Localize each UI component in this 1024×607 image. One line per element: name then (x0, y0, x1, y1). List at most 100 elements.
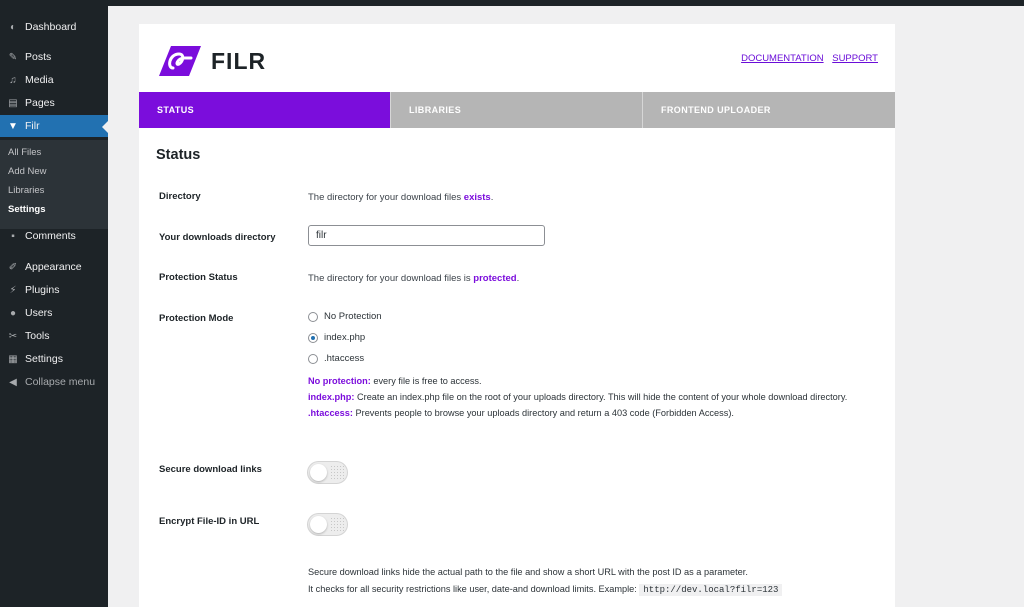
radio-label: index.php (324, 332, 366, 343)
filr-submenu: All Files Add New Libraries Settings (0, 140, 108, 229)
help-key: index.php: (308, 392, 355, 402)
directory-status-text: The directory for your download files (308, 192, 464, 203)
submenu-settings[interactable]: Settings (8, 204, 45, 215)
comments-icon: ▪ (11, 230, 15, 242)
menu-label: Plugins (25, 284, 60, 296)
help-index-php: index.php: Create an index.php file on t… (308, 390, 868, 404)
settings-card: FILR DOCUMENTATION SUPPORT STATUS LIBRAR… (139, 24, 895, 607)
menu-label: Settings (25, 353, 63, 365)
help-text: Create an index.php file on the root of … (354, 392, 848, 402)
menu-label: Comments (25, 230, 76, 242)
collapse-icon: ◀ (9, 376, 17, 388)
filr-logo: FILR (157, 44, 266, 78)
filr-icon: ▼ (8, 120, 18, 132)
help-htaccess: .htaccess: Prevents people to browse you… (308, 406, 868, 420)
dashboard-icon: ◐ (9, 21, 17, 33)
protection-status: The directory for your download files is… (308, 273, 519, 284)
menu-item-media[interactable]: ♫ Media (0, 69, 108, 91)
toggle-track-texture (330, 517, 344, 532)
secure-links-help: Secure download links hide the actual pa… (308, 564, 868, 599)
menu-item-comments[interactable]: ▪ Comments (0, 225, 108, 247)
help-text: every file is free to access. (370, 376, 482, 386)
help-no-protection: No protection: every file is free to acc… (308, 374, 868, 388)
documentation-link[interactable]: DOCUMENTATION (741, 53, 824, 64)
secure-help-line2-text: It checks for all security restrictions … (308, 584, 640, 594)
radio-label: .htaccess (324, 353, 365, 364)
toggle-knob (310, 464, 327, 481)
secure-help-line1: Secure download links hide the actual pa… (308, 567, 748, 577)
section-title: Status (156, 147, 201, 163)
secure-links-label: Secure download links (159, 464, 262, 475)
menu-label: Filr (25, 120, 40, 132)
media-icon: ♫ (9, 74, 17, 86)
plugin-icon: ⚡ (9, 284, 17, 296)
menu-item-posts[interactable]: ✎ Posts (0, 46, 108, 68)
menu-item-filr[interactable]: ▼ Filr (0, 115, 108, 137)
menu-item-settings[interactable]: ▦ Settings (0, 348, 108, 370)
protection-status-value: protected (473, 273, 517, 284)
radio-label: No Protection (324, 311, 382, 322)
tab-status[interactable]: STATUS (139, 92, 390, 128)
menu-item-plugins[interactable]: ⚡ Plugins (0, 279, 108, 301)
radio-index-php[interactable]: index.php (308, 332, 365, 343)
example-url: http://dev.local?filr=123 (639, 584, 783, 596)
radio-button-checked[interactable] (308, 332, 318, 343)
tab-libraries[interactable]: LIBRARIES (390, 92, 642, 128)
menu-label: Appearance (25, 261, 82, 273)
submenu-add-new[interactable]: Add New (8, 166, 47, 177)
menu-item-pages[interactable]: ▤ Pages (0, 92, 108, 114)
collapse-menu-button[interactable]: ◀ Collapse menu (0, 371, 108, 393)
pages-icon: ▤ (8, 97, 18, 109)
radio-button[interactable] (308, 353, 318, 364)
menu-item-users[interactable]: ● Users (0, 302, 108, 324)
menu-item-dashboard[interactable]: ◐ Dashboard (0, 16, 108, 38)
wrench-icon: ✂ (8, 330, 18, 342)
menu-label: Media (25, 74, 54, 86)
radio-button[interactable] (308, 311, 318, 322)
menu-label: Dashboard (25, 21, 77, 33)
protection-mode-label: Protection Mode (159, 313, 234, 324)
toggle-track-texture (330, 465, 344, 480)
toggle-knob (310, 516, 327, 533)
secure-links-toggle[interactable] (307, 461, 348, 484)
help-key: No protection: (308, 376, 371, 386)
directory-label: Directory (159, 191, 201, 202)
help-text: Prevents people to browse your uploads d… (352, 408, 734, 418)
filr-logo-icon (159, 46, 201, 76)
brush-icon: ✐ (8, 261, 18, 273)
menu-item-tools[interactable]: ✂ Tools (0, 325, 108, 347)
directory-status-suffix: . (490, 192, 494, 203)
radio-no-protection[interactable]: No Protection (308, 311, 382, 322)
radio-htaccess[interactable]: .htaccess (308, 353, 364, 364)
protection-status-label: Protection Status (159, 272, 238, 283)
directory-status: The directory for your download files ex… (308, 192, 493, 203)
directory-status-value: exists (463, 192, 491, 203)
downloads-directory-label: Your downloads directory (159, 232, 276, 243)
brand-name: FILR (211, 47, 267, 74)
submenu-libraries[interactable]: Libraries (8, 185, 44, 196)
protection-status-text: The directory for your download files is (308, 273, 474, 284)
encrypt-id-toggle[interactable] (307, 513, 348, 536)
admin-bar (0, 0, 1024, 6)
menu-label: Pages (25, 97, 55, 109)
active-arrow (102, 121, 108, 133)
support-link[interactable]: SUPPORT (832, 53, 878, 64)
menu-label: Tools (25, 330, 50, 342)
tab-frontend-uploader[interactable]: FRONTEND UPLOADER (642, 92, 895, 128)
users-icon: ● (9, 307, 17, 319)
encrypt-id-label: Encrypt File-ID in URL (159, 516, 260, 527)
protection-mode-help: No protection: every file is free to acc… (308, 374, 868, 420)
admin-sidebar: ◐ Dashboard ✎ Posts ♫ Media ▤ Pages ▼ Fi… (0, 6, 108, 607)
submenu-all-files[interactable]: All Files (8, 147, 41, 158)
menu-label: Users (25, 307, 53, 319)
menu-item-appearance[interactable]: ✐ Appearance (0, 256, 108, 278)
help-key: .htaccess: (308, 408, 353, 418)
collapse-label: Collapse menu (25, 376, 96, 388)
settings-tabs: STATUS LIBRARIES FRONTEND UPLOADER (139, 92, 895, 128)
top-links: DOCUMENTATION SUPPORT (735, 53, 878, 64)
protection-status-suffix: . (516, 273, 520, 284)
pin-icon: ✎ (8, 51, 18, 63)
menu-label: Posts (25, 51, 52, 63)
settings-icon: ▦ (8, 353, 18, 365)
downloads-directory-input[interactable] (308, 225, 545, 246)
